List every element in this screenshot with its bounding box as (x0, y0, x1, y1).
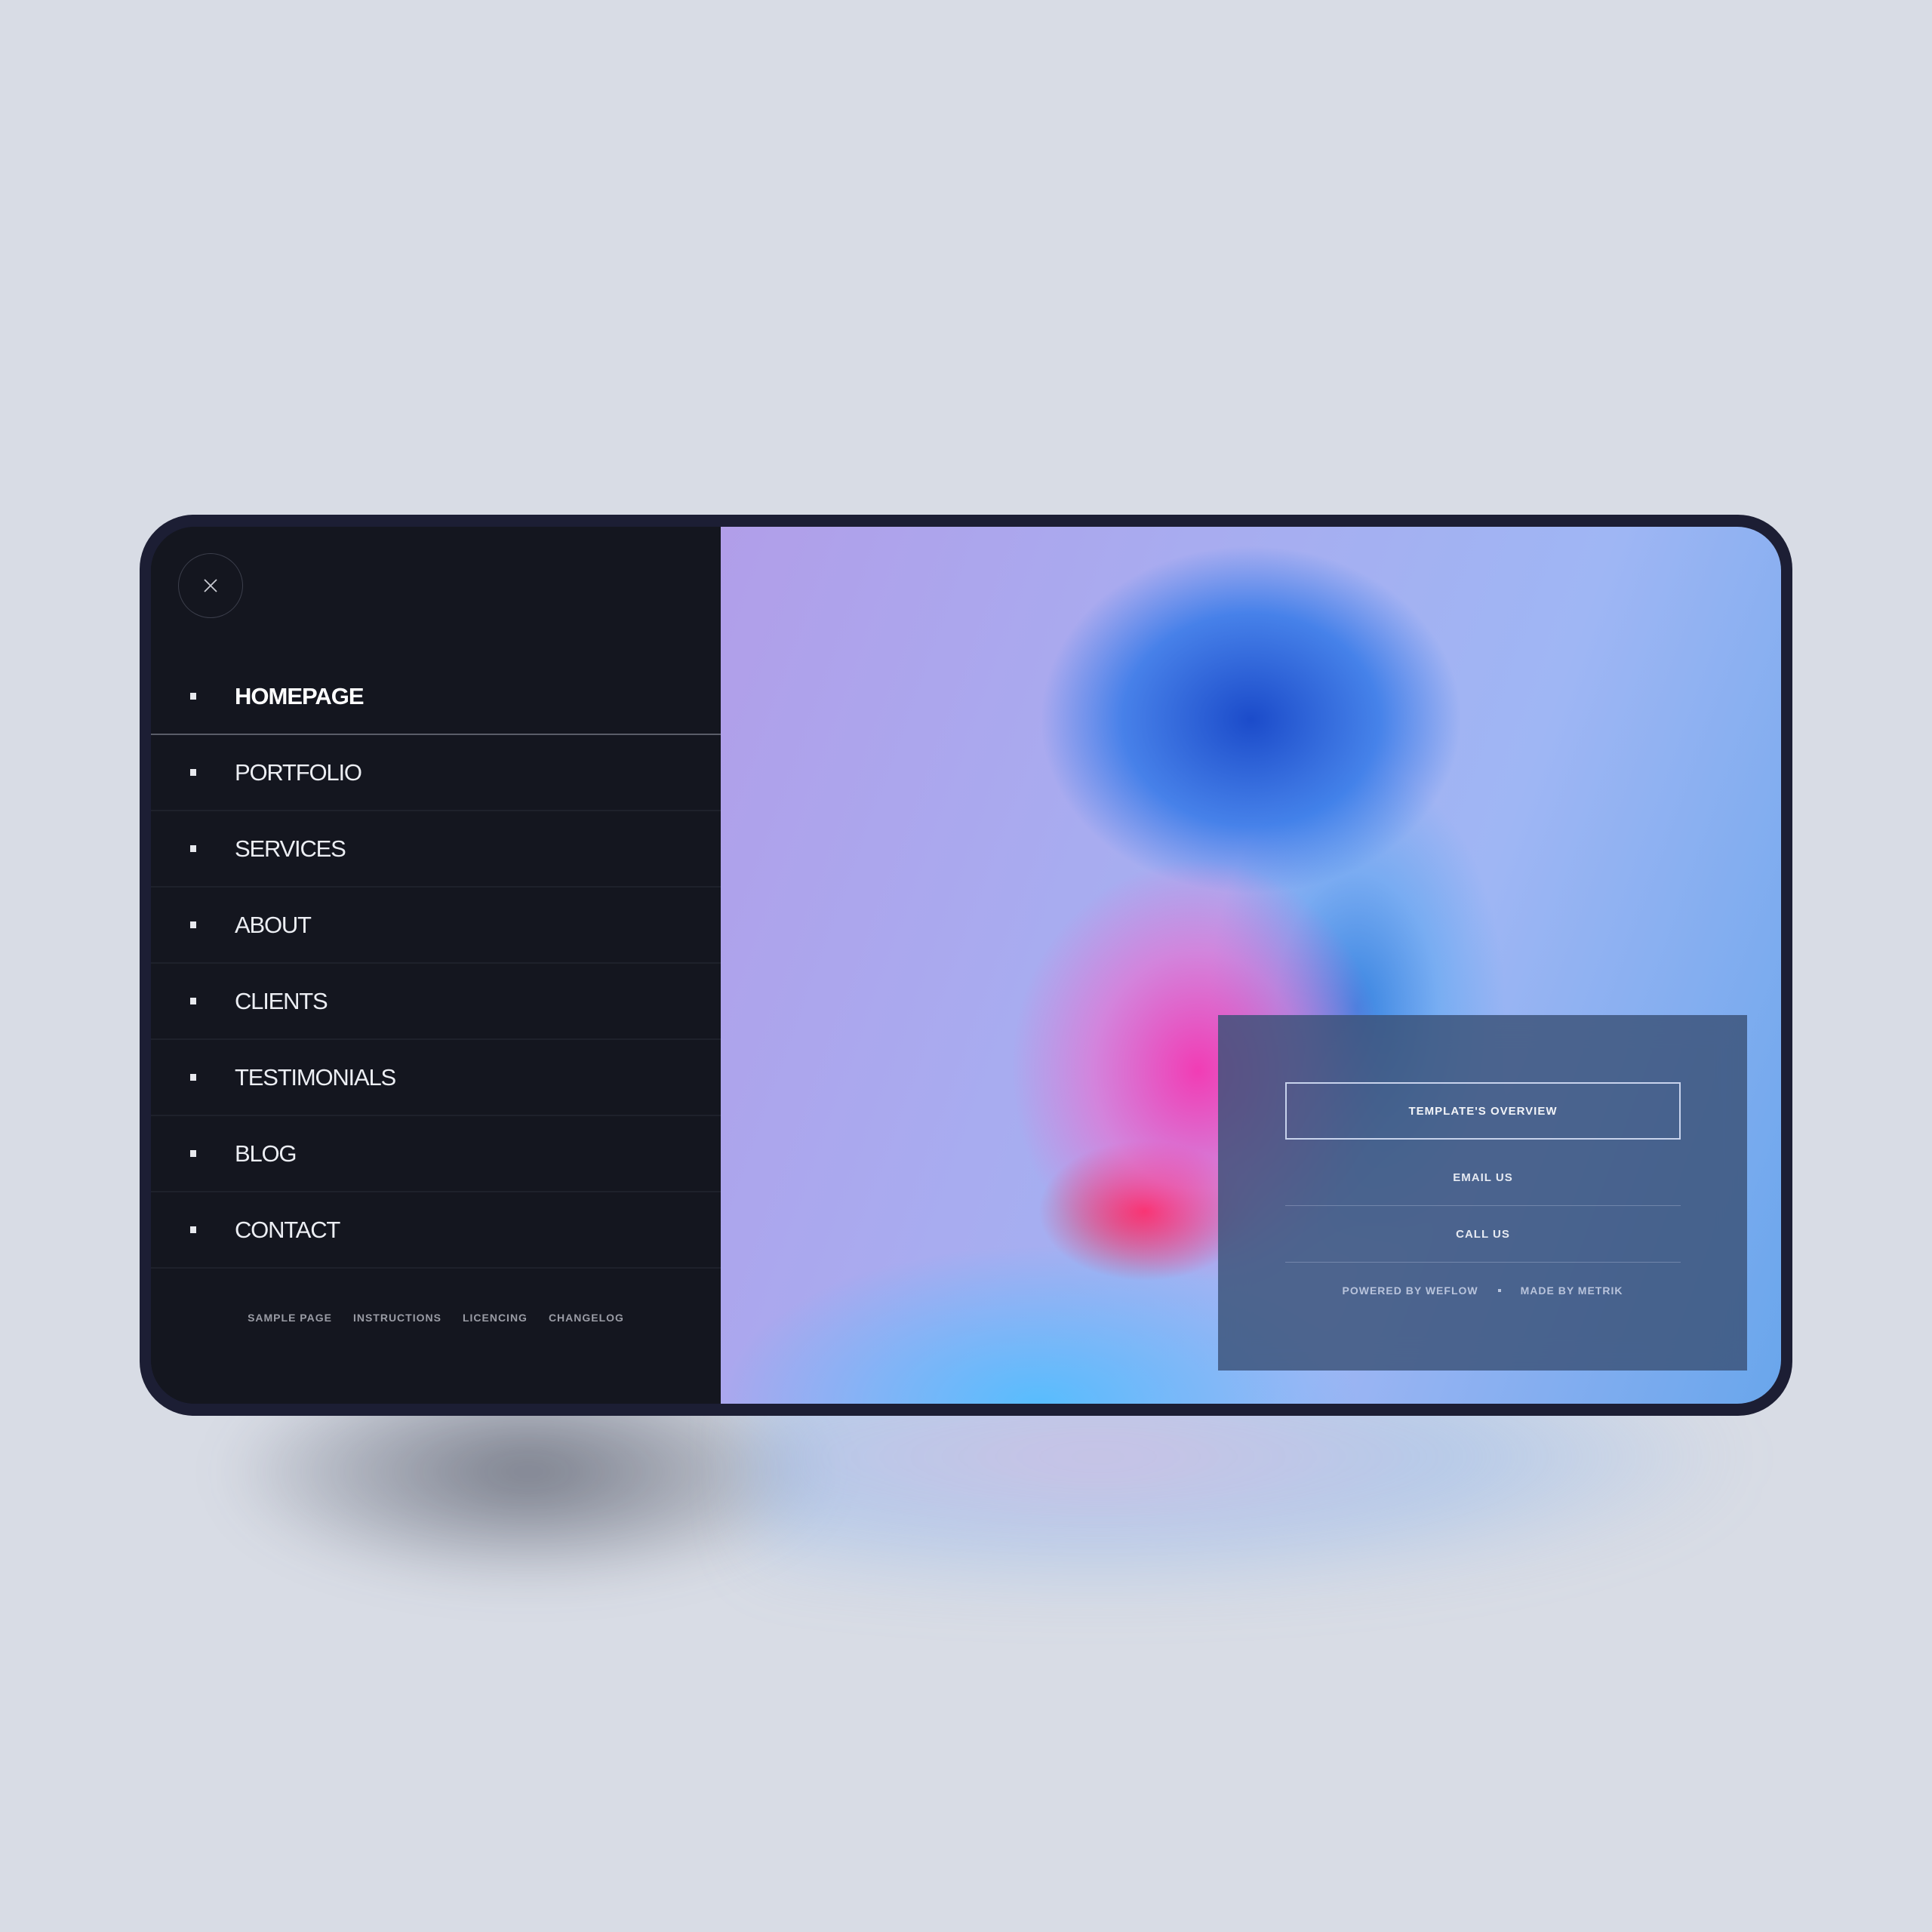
bullet-icon (190, 998, 196, 1004)
footer-link-sample-page[interactable]: SAMPLE PAGE (248, 1312, 332, 1324)
nav-menu: HOMEPAGE PORTFOLIO SERVICES ABOUT CLIENT… (151, 659, 721, 1269)
nav-item-label: PORTFOLIO (235, 758, 362, 786)
nav-item-blog[interactable]: BLOG (151, 1116, 721, 1192)
nav-item-label: HOMEPAGE (235, 682, 365, 709)
nav-item-label: CONTACT (235, 1216, 340, 1243)
made-by-link[interactable]: MADE BY METRIK (1521, 1284, 1623, 1297)
bullet-icon (190, 921, 196, 928)
footer-link-changelog[interactable]: CHANGELOG (549, 1312, 624, 1324)
close-icon (204, 579, 217, 592)
contact-card: TEMPLATE'S OVERVIEW EMAIL US CALL US POW… (1218, 1015, 1747, 1371)
nav-item-label: CLIENTS (235, 987, 328, 1014)
credits: POWERED BY WEFLOW MADE BY METRIK (1218, 1284, 1747, 1297)
footer-link-instructions[interactable]: INSTRUCTIONS (353, 1312, 441, 1324)
screen: HOMEPAGE PORTFOLIO SERVICES ABOUT CLIENT… (151, 527, 1781, 1404)
hero-image: TEMPLATE'S OVERVIEW EMAIL US CALL US POW… (721, 527, 1781, 1404)
nav-item-homepage[interactable]: HOMEPAGE (151, 659, 721, 735)
call-us-link[interactable]: CALL US (1285, 1207, 1681, 1263)
email-us-link[interactable]: EMAIL US (1285, 1150, 1681, 1206)
nav-item-label: TESTIMONIALS (235, 1063, 396, 1091)
bullet-icon (190, 693, 196, 700)
device-frame: HOMEPAGE PORTFOLIO SERVICES ABOUT CLIENT… (140, 515, 1792, 1416)
nav-item-about[interactable]: ABOUT (151, 888, 721, 964)
nav-panel: HOMEPAGE PORTFOLIO SERVICES ABOUT CLIENT… (151, 527, 721, 1404)
bullet-icon (190, 1226, 196, 1233)
footer-links: SAMPLE PAGE INSTRUCTIONS LICENCING CHANG… (151, 1312, 721, 1324)
bullet-icon (190, 1074, 196, 1081)
nav-item-clients[interactable]: CLIENTS (151, 964, 721, 1040)
nav-item-label: BLOG (235, 1140, 297, 1167)
nav-item-portfolio[interactable]: PORTFOLIO (151, 735, 721, 811)
nav-item-testimonials[interactable]: TESTIMONIALS (151, 1040, 721, 1116)
nav-item-services[interactable]: SERVICES (151, 811, 721, 888)
template-overview-button[interactable]: TEMPLATE'S OVERVIEW (1285, 1082, 1681, 1140)
separator-dot (1497, 1289, 1501, 1292)
footer-link-licencing[interactable]: LICENCING (463, 1312, 528, 1324)
bullet-icon (190, 845, 196, 852)
bullet-icon (190, 1150, 196, 1157)
nav-item-label: ABOUT (235, 911, 312, 938)
bullet-icon (190, 769, 196, 776)
nav-item-contact[interactable]: CONTACT (151, 1192, 721, 1269)
nav-item-label: SERVICES (235, 835, 346, 862)
powered-by-link[interactable]: POWERED BY WEFLOW (1343, 1284, 1478, 1297)
close-menu-button[interactable] (178, 553, 243, 618)
